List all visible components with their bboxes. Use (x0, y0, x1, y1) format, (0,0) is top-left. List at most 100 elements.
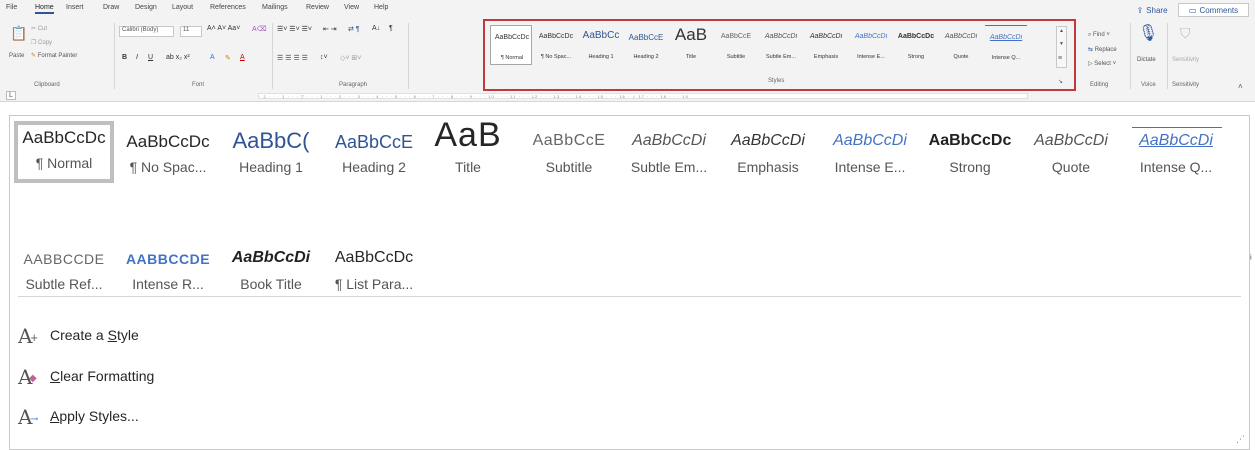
share-button[interactable]: ⇪ Share (1129, 3, 1175, 17)
collapse-ribbon-icon[interactable]: ˄ (1238, 82, 1243, 91)
select-label: Select (1094, 61, 1111, 67)
find-button[interactable]: ⌕ Find ˅ (1088, 32, 1110, 39)
align-icons[interactable]: ☰ ☰ ☰ ☰ (277, 54, 308, 62)
tab-layout[interactable]: Layout (172, 4, 193, 11)
intense-quote-rule (1132, 127, 1222, 128)
sensitivity-button[interactable]: Sensitivity (1172, 57, 1199, 63)
cut-button[interactable]: ✂ Cut (31, 25, 47, 32)
style-name: ¶ List Para... (334, 276, 414, 292)
share-label: Share (1146, 5, 1168, 15)
sensitivity-icon[interactable]: ⛉ (1180, 25, 1191, 42)
clear-formatting-menu-item[interactable]: A ◆ Clear Formatting (18, 361, 318, 391)
tab-stop-selector[interactable]: L (6, 91, 16, 100)
format-painter-button[interactable]: ✎ Format Painter (31, 52, 77, 59)
style-name: Subtitle (545, 159, 593, 175)
style-intense-quote[interactable]: AaBbCcDi Intense Q... (1122, 125, 1230, 179)
style-intense-emphasis[interactable]: AaBbCcDi Intense E... (820, 125, 920, 179)
style-intense-reference[interactable]: AABBCCDE Intense R... (118, 242, 218, 296)
style-sample: AaBbCcDc (928, 132, 1012, 149)
separator (1167, 23, 1168, 89)
text-effects-icon[interactable]: A (210, 54, 215, 61)
apply-styles-label: Apply Styles... (50, 408, 139, 424)
font-size-select[interactable]: 11 (180, 26, 202, 37)
style-name: Emphasis (737, 159, 799, 175)
comments-button[interactable]: ▭ Comments (1178, 3, 1249, 17)
style-emphasis[interactable]: AaBbCcDi Emphasis (718, 125, 818, 179)
style-name: Strong (949, 159, 991, 175)
strikethrough-sub-super-icon[interactable]: ab x₂ x² (166, 54, 190, 61)
tab-design[interactable]: Design (135, 4, 157, 11)
clear-format-icon[interactable]: A⌫ (252, 25, 267, 33)
apply-styles-menu-item[interactable]: A → Apply Styles... (18, 401, 318, 431)
grow-shrink-font-icon[interactable]: A˄ A˅ Aa˅ (207, 25, 240, 32)
tab-draw[interactable]: Draw (103, 4, 119, 11)
style-quote[interactable]: AaBbCcDi Quote (1021, 125, 1121, 179)
style-sample: AaBbC( (232, 128, 310, 153)
style-name: ¶ Normal (35, 155, 93, 171)
create-style-menu-item[interactable]: A + Create a Style (18, 320, 318, 350)
style-sample: AaBbCcDi (231, 249, 311, 266)
comments-label: Comments (1199, 5, 1239, 15)
style-sample: AaBbCcDi (1139, 132, 1213, 149)
tab-file[interactable]: File (6, 4, 17, 11)
text-direction-icon[interactable]: ⇄ ¶ (348, 25, 360, 33)
dictate-button[interactable]: Dictate (1137, 57, 1156, 63)
style-heading-1[interactable]: AaBbC( Heading 1 (221, 125, 321, 179)
italic-icon[interactable]: I (136, 54, 138, 61)
style-title[interactable]: AaB Title (418, 116, 518, 179)
tab-view[interactable]: View (344, 4, 359, 11)
paste-icon[interactable]: 📋 (10, 25, 27, 42)
tab-references[interactable]: References (210, 4, 246, 11)
sort-icon[interactable]: A↓ (372, 25, 380, 32)
style-sample: AaBbCcDi (833, 132, 907, 149)
shading-borders-icon[interactable]: ◇˅ ⊞˅ (340, 54, 361, 62)
microphone-icon[interactable]: 🎙 (1138, 23, 1158, 43)
style-name: Heading 1 (239, 159, 303, 175)
separator (114, 23, 115, 89)
style-name: Intense E... (834, 159, 906, 175)
style-name: Subtle Em... (630, 159, 708, 175)
style-name: ¶ No Spac... (129, 159, 207, 175)
style-sample: AaBbCcDi (632, 132, 706, 149)
find-label: Find (1093, 32, 1105, 38)
font-color-icon[interactable]: A (240, 54, 245, 61)
style-book-title[interactable]: AaBbCcDi Book Title (221, 242, 321, 296)
underline-icon[interactable]: U (148, 54, 153, 61)
clipboard-group-label: Clipboard (34, 82, 60, 88)
highlight-icon[interactable]: ✎ (225, 54, 231, 62)
indent-icon[interactable]: ⇤ ⇥ (323, 25, 337, 33)
style-subtle-reference[interactable]: AABBCCDE Subtle Ref... (14, 242, 114, 296)
style-strong[interactable]: AaBbCcDc Strong (920, 125, 1020, 179)
pilcrow-icon[interactable]: ¶ (389, 25, 393, 32)
create-style-icon: A + (18, 324, 39, 348)
tab-help[interactable]: Help (374, 4, 388, 11)
copy-button[interactable]: ❐ Copy (31, 39, 52, 46)
replace-button[interactable]: ⇆ Replace (1088, 46, 1117, 53)
comment-icon: ▭ (1188, 5, 1197, 15)
tab-review[interactable]: Review (306, 4, 329, 11)
style-list-paragraph[interactable]: AaBbCcDc ¶ List Para... (324, 242, 424, 296)
style-normal[interactable]: AaBbCcDc ¶ Normal (14, 121, 114, 183)
bold-icon[interactable]: B (122, 54, 127, 61)
ruler-bar[interactable]: · 2 · · · 1 · · · ▽ · · · 1 · · · 2 · · … (258, 93, 1028, 99)
separator (272, 23, 273, 89)
apply-styles-icon: A → (18, 405, 39, 429)
create-style-label: Create a Style (50, 327, 139, 343)
style-name: Heading 2 (342, 159, 406, 175)
style-subtitle[interactable]: AaBbCcE Subtitle (519, 125, 619, 179)
font-family-select[interactable]: Calibri (Body) (119, 26, 174, 37)
style-sample: AaBbCcE (532, 132, 606, 149)
paste-button[interactable]: Paste (9, 53, 24, 59)
resize-grip-icon[interactable]: ⋰ (1236, 434, 1245, 445)
tab-insert[interactable]: Insert (66, 4, 84, 11)
style-heading-2[interactable]: AaBbCcE Heading 2 (324, 125, 424, 179)
bullets-numbering-icon[interactable]: ☰˅ ☰˅ ☰˅ (277, 25, 312, 33)
style-sample: AaBbCcDc (334, 249, 414, 266)
copy-icon: ❐ (31, 40, 39, 46)
tab-mailings[interactable]: Mailings (262, 4, 288, 11)
style-no-spacing[interactable]: AaBbCcDc ¶ No Spac... (118, 125, 218, 179)
select-button[interactable]: ▷ Select ˅ (1088, 60, 1116, 67)
tab-home[interactable]: Home (35, 4, 54, 14)
line-spacing-icon[interactable]: ↕˅ (320, 54, 328, 61)
style-subtle-emphasis[interactable]: AaBbCcDi Subtle Em... (619, 125, 719, 179)
